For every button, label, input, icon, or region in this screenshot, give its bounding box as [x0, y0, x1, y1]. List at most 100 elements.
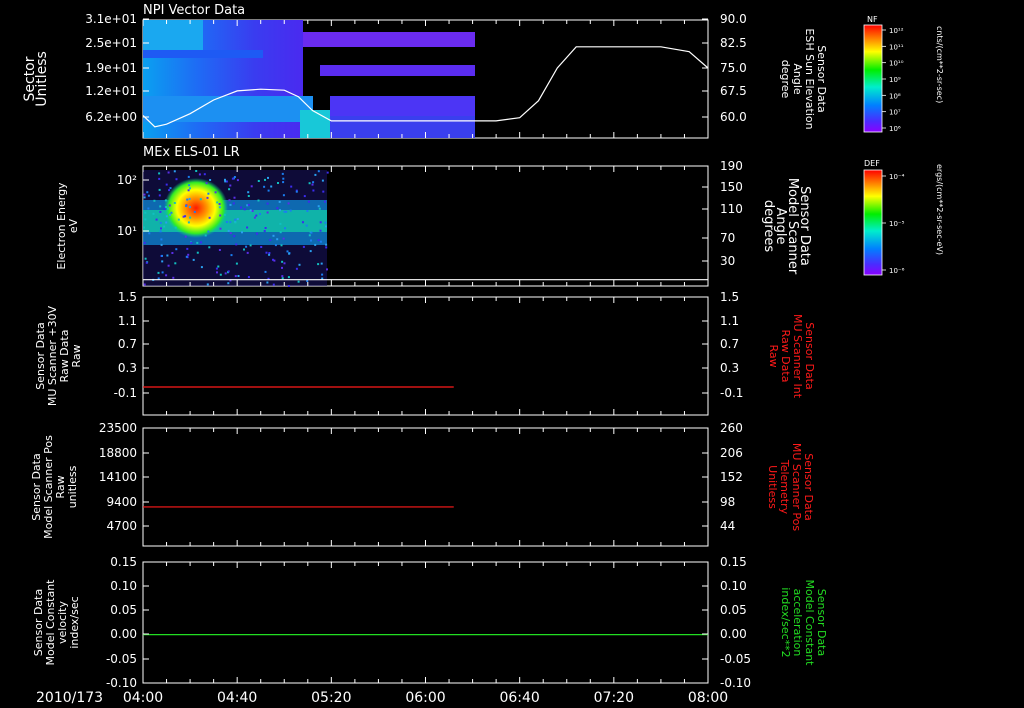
y-tick-label: 0.7: [118, 337, 137, 351]
spectrogram-pixel: [196, 251, 199, 254]
spectrogram-pixel: [295, 190, 298, 193]
left-axis-label: Sensor DataMU Scanner +30VRaw DataRaw: [34, 305, 83, 406]
right-y-tick-label: 60.0: [720, 110, 747, 124]
y-tick-label: 1.2e+01: [85, 84, 137, 98]
y-tick-label: 10¹: [117, 224, 137, 238]
spectrogram-pixel: [207, 230, 210, 233]
spectrogram-pixel: [234, 218, 237, 221]
spectrogram-pixel: [247, 276, 250, 278]
spectrogram-pixel: [324, 221, 327, 224]
spectrogram-pixel: [324, 200, 326, 203]
spectrogram-pixel: [168, 204, 171, 207]
spectrogram-pixel: [268, 252, 271, 254]
spectrogram-pixel: [246, 251, 249, 254]
spectrogram-pixel: [228, 188, 231, 191]
spectrogram-pixel: [175, 178, 178, 181]
spectrogram-pixel: [283, 262, 286, 265]
spectrogram-band-late-2: [320, 65, 475, 76]
right-axis-label-line: Unitless: [766, 465, 779, 509]
spectrogram-pixel: [243, 208, 246, 211]
spectrogram-pixel: [209, 179, 212, 181]
spectrogram-pixel: [163, 225, 166, 228]
spectrogram-pixel: [143, 241, 146, 244]
spectrogram-pixel: [237, 275, 240, 277]
right-y-tick-label: -0.1: [720, 386, 743, 400]
spectrogram-pixel: [321, 179, 324, 182]
spectrogram-pixel: [167, 171, 170, 174]
spectrogram-pixel: [267, 189, 270, 192]
right-y-tick-label: -0.05: [720, 652, 751, 666]
spectrogram-pixel: [146, 191, 149, 194]
colorbar-def-units: ergs/(cm**2-sr-sec-eV): [935, 164, 944, 255]
spectrogram-pixel: [189, 187, 191, 190]
spectrogram-pixel: [166, 254, 169, 257]
right-y-tick-label: 190: [720, 159, 743, 173]
spectrogram-pixel: [326, 268, 328, 271]
spectrogram-pixel: [249, 209, 252, 212]
right-y-tick-label: 1.5: [720, 290, 739, 304]
spectrogram-pixel: [171, 252, 174, 254]
spectrogram-pixel: [185, 255, 188, 258]
right-y-tick-label: 260: [720, 421, 743, 435]
chart-canvas: 3.1e+01 2.5e+01 1.9e+01 1.2e+01 6.2e+00 90.0 8…: [22, 3, 944, 706]
y-tick-label: 2.5e+01: [85, 36, 137, 50]
colorbar-nf-tick-label: 10⁸: [889, 92, 901, 100]
y-tick-label: -0.05: [106, 652, 137, 666]
spectrogram-pixel: [184, 215, 187, 218]
spectrogram-pixel: [159, 205, 162, 208]
panel2-title: MEx ELS-01 LR: [143, 145, 240, 160]
right-y-tick-label: 0.3: [720, 361, 739, 375]
spectrogram-pixel: [214, 191, 217, 194]
spectrogram-pixel: [185, 205, 188, 207]
y-tick-label: 23500: [99, 421, 137, 435]
spectrogram-pixel: [263, 230, 266, 232]
spectrogram-pixel: [174, 226, 177, 229]
spectrogram-pixel: [247, 195, 250, 197]
spectrogram-pixel: [227, 282, 230, 285]
spectrogram-pixel: [249, 244, 252, 247]
y-tick-label: 1.5: [118, 290, 137, 304]
spectrogram-pixel: [172, 276, 175, 279]
right-y-tick-label: 0.05: [720, 603, 747, 617]
spectrogram-pixel: [287, 202, 290, 205]
spectrogram-pixel: [266, 211, 269, 214]
spectrogram-pixel: [264, 227, 267, 229]
spectrogram-pixel: [302, 245, 305, 248]
y-tick-label: -0.1: [114, 386, 137, 400]
spectrogram-pixel: [200, 266, 203, 269]
spectrogram-pixel: [148, 232, 151, 235]
spectrogram-pixel: [298, 263, 301, 266]
spectrogram-pixel: [251, 210, 254, 212]
x-tick-label: 06:40: [499, 690, 539, 706]
spectrogram-pixel: [269, 239, 272, 241]
y-tick-label: 4700: [106, 519, 137, 533]
colorbar-nf-tick-label: 10¹²: [889, 27, 904, 35]
right-y-tick-label: 70: [720, 231, 735, 245]
spectrogram-pixel: [309, 250, 312, 253]
spectrogram-pixel: [253, 216, 256, 219]
spectrogram-pixel: [159, 210, 162, 213]
spectrogram-pixel: [164, 199, 167, 202]
spectrogram-pixel: [324, 225, 327, 228]
spectrogram-pixel: [287, 285, 290, 287]
spectrogram-pixel: [143, 283, 146, 286]
spectrogram-pixel: [317, 239, 320, 242]
left-axis-label-line: Unitless: [34, 51, 50, 107]
spectrogram-pixel: [290, 185, 293, 188]
spectrogram-pixel: [173, 170, 176, 173]
spectrogram-pixel: [217, 265, 220, 268]
y-tick-label: 0.05: [110, 603, 137, 617]
spectrogram-pixel: [319, 240, 322, 243]
spectrogram-pixel: [208, 216, 211, 219]
spectrogram-pixel: [187, 253, 190, 256]
spectrogram-pixel: [325, 243, 328, 246]
right-y-tick-label: 0.15: [720, 555, 747, 569]
x-tick-label: 06:00: [405, 690, 445, 706]
left-axis-label-line: Raw: [70, 344, 83, 367]
left-axis-label-line: eV: [67, 218, 80, 233]
spectrogram-pixel: [272, 234, 275, 237]
spectrogram-pixel: [165, 183, 168, 186]
spectrogram-pixel: [187, 221, 190, 224]
spectrogram-pixel: [160, 227, 162, 230]
date-label: 2010/173: [36, 690, 103, 706]
